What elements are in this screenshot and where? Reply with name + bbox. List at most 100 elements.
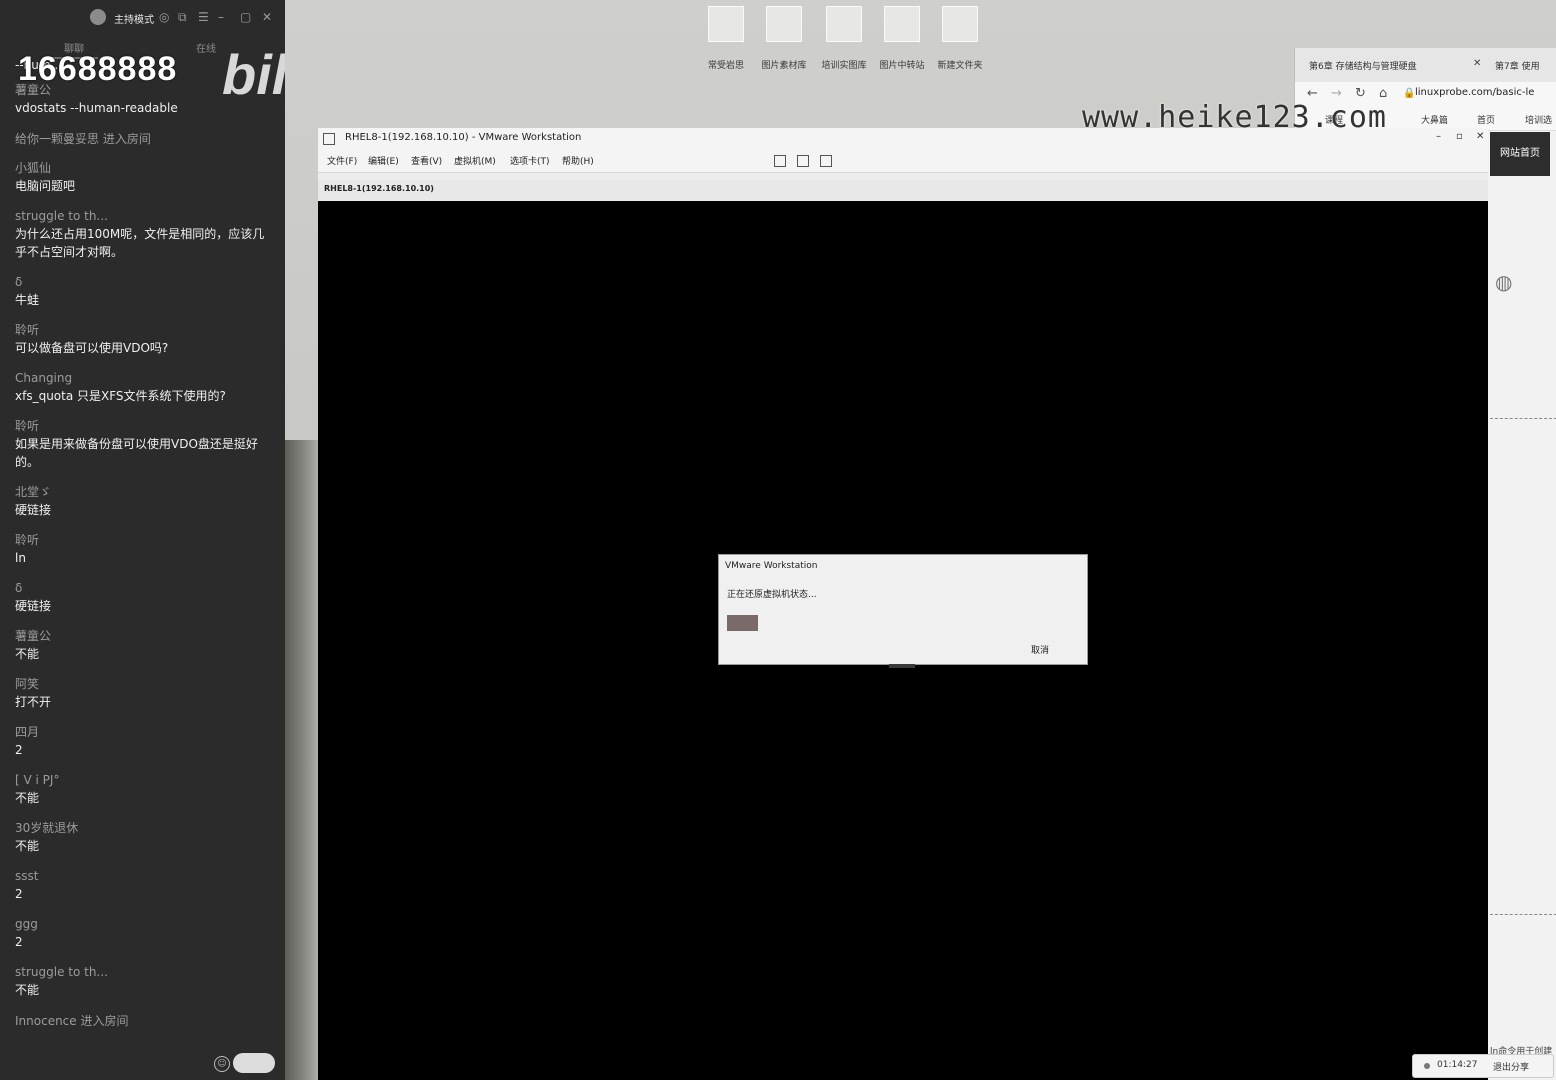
wallpaper-trees: [285, 440, 321, 1080]
address-bar[interactable]: linuxprobe.com/basic-le: [1415, 87, 1534, 98]
stop-share-button[interactable]: 退出分享: [1493, 1060, 1529, 1073]
bilibili-logo: bilibili: [222, 43, 285, 106]
tab-online[interactable]: 在线: [196, 40, 216, 55]
window-title: RHEL8-1(192.168.10.10) - VMware Workstat…: [345, 132, 582, 143]
bookmark-item[interactable]: 大鼻篇: [1421, 113, 1448, 126]
forward-icon[interactable]: →: [1331, 86, 1342, 101]
message-username[interactable]: δ: [15, 580, 271, 597]
back-icon[interactable]: ←: [1307, 86, 1318, 101]
message-username[interactable]: ssst: [15, 868, 271, 885]
share-timer: 01:14:27: [1437, 1060, 1478, 1070]
desktop-icon[interactable]: 图片中转站: [876, 6, 928, 71]
message-text: 电脑问题吧: [15, 179, 76, 193]
avatar: [90, 9, 106, 25]
message-username[interactable]: struggle to th...: [15, 964, 271, 981]
vmware-app-icon: [323, 133, 335, 145]
close-icon[interactable]: ✕: [1476, 131, 1484, 142]
message-username[interactable]: 四月: [15, 724, 271, 741]
chat-message: 聆听 可以做备盘可以使用VDO吗?: [15, 322, 271, 357]
message-username[interactable]: 阿笑: [15, 676, 271, 693]
menu-file[interactable]: 文件(F): [327, 154, 357, 167]
fullscreen-icon[interactable]: [820, 155, 832, 167]
vmware-menubar: 文件(F) 编辑(E) 查看(V) 虚拟机(M) 选项卡(T) 帮助(H): [318, 150, 1488, 173]
minimize-icon[interactable]: –: [218, 10, 224, 24]
progress-fill: [727, 615, 759, 631]
chat-message: 30岁就退休 不能: [15, 820, 271, 855]
maximize-icon[interactable]: ▢: [240, 10, 251, 24]
desktop-icon[interactable]: 图片素材库: [758, 6, 810, 71]
desktop-icon[interactable]: 培训实图库: [818, 6, 870, 71]
divider: [1490, 914, 1556, 915]
chat-message: 薯童公 不能: [15, 628, 271, 663]
room-number-watermark: 16688888: [18, 50, 178, 88]
message-username[interactable]: 聆听: [15, 532, 271, 549]
bookmark-item[interactable]: 培训选: [1525, 113, 1552, 126]
site-home-button[interactable]: 网站首页: [1490, 132, 1550, 176]
message-username[interactable]: 薯童公: [15, 628, 271, 645]
close-icon[interactable]: ✕: [262, 10, 272, 24]
bookmark-item[interactable]: 首页: [1477, 113, 1495, 126]
menu-view[interactable]: 查看(V): [411, 154, 442, 167]
chat-message: 聆听 如果是用来做备份盘可以使用VDO盘还是挺好的。: [15, 418, 271, 471]
chat-message: struggle to th... 不能: [15, 964, 271, 999]
message-username[interactable]: 30岁就退休: [15, 820, 271, 837]
message-text: 牛蛙: [15, 293, 40, 307]
message-username[interactable]: [ V i PJ°: [15, 772, 271, 789]
chat-message: δ 硬链接: [15, 580, 271, 615]
settings-icon[interactable]: ◎: [159, 10, 169, 24]
chat-message: [ V i PJ° 不能: [15, 772, 271, 807]
home-icon[interactable]: ⌂: [1379, 86, 1387, 101]
browser-tab[interactable]: 第6章 存储结构与管理硬盘: [1309, 59, 1417, 72]
close-icon[interactable]: ✕: [1473, 58, 1481, 69]
single-window-icon[interactable]: [774, 155, 786, 167]
chat-titlebar: 主持模式 ◎ ⧉ ☰ – ▢ ✕: [0, 0, 285, 34]
message-username[interactable]: 聆听: [15, 322, 271, 339]
chat-message: ssst 2: [15, 868, 271, 903]
restore-progress-bar: [727, 615, 847, 631]
dialog-title: VMware Workstation: [725, 561, 818, 571]
chat-message: 北堂ゞ 硬链接: [15, 484, 271, 519]
message-text: 不能: [15, 647, 40, 661]
split-view-icon[interactable]: [797, 155, 809, 167]
menu-vm[interactable]: 虚拟机(M): [454, 154, 496, 167]
minimize-icon[interactable]: –: [1436, 131, 1441, 142]
message-username[interactable]: 聆听: [15, 418, 271, 435]
message-username[interactable]: ggg: [15, 916, 271, 933]
browser-tab[interactable]: 第7章 使用: [1495, 59, 1540, 72]
chat-message: Changing xfs_quota 只是XFS文件系统下使用的?: [15, 370, 271, 405]
send-button[interactable]: [233, 1053, 275, 1073]
dialog-message: 正在还原虚拟机状态...: [727, 590, 817, 600]
emoji-icon[interactable]: ☺: [214, 1056, 230, 1072]
vm-tab-bar: RHEL8-1(192.168.10.10): [318, 180, 1488, 200]
desktop-icon[interactable]: 新建文件夹: [934, 6, 986, 71]
reload-icon[interactable]: ↻: [1355, 86, 1366, 101]
chat-notice: Innocence 进入房间: [15, 1014, 129, 1028]
browser-tab-strip: 第6章 存储结构与管理硬盘 ✕ 第7章 使用: [1295, 48, 1556, 82]
menu-tabs[interactable]: 选项卡(T): [510, 154, 550, 167]
message-text: 不能: [15, 983, 40, 997]
divider: [1490, 418, 1556, 419]
popout-icon[interactable]: ⧉: [178, 10, 187, 24]
menu-edit[interactable]: 编辑(E): [368, 154, 399, 167]
vm-tab[interactable]: RHEL8-1(192.168.10.10): [324, 184, 434, 193]
screen-share-bar: 01:14:27 退出分享: [1412, 1054, 1554, 1078]
message-text: 不能: [15, 839, 40, 853]
message-username[interactable]: δ: [15, 274, 271, 291]
chat-message: 阿笑 打不开: [15, 676, 271, 711]
chat-message: struggle to th... 为什么还占用100M呢，文件是相同的，应该几乎…: [15, 208, 271, 261]
desktop-icon[interactable]: 常受岩思: [700, 6, 752, 71]
message-username[interactable]: 北堂ゞ: [15, 484, 271, 501]
maximize-icon[interactable]: ▫: [1456, 131, 1463, 142]
cancel-button[interactable]: 取消: [1031, 643, 1049, 656]
menu-help[interactable]: 帮助(H): [562, 154, 594, 167]
desktop-icons: 常受岩思 图片素材库 培训实图库 图片中转站 新建文件夹: [700, 6, 1000, 76]
message-username[interactable]: struggle to th...: [15, 208, 271, 225]
chat-message: 小狐仙 电脑问题吧: [15, 160, 271, 195]
menu-icon[interactable]: ☰: [198, 10, 209, 24]
chat-message: δ 牛蛙: [15, 274, 271, 309]
message-username[interactable]: 小狐仙: [15, 160, 271, 177]
message-username[interactable]: Changing: [15, 370, 271, 387]
record-dot-icon: [1424, 1063, 1430, 1069]
lock-icon: 🔒: [1403, 88, 1416, 99]
host-mode-label: 主持模式: [114, 15, 154, 26]
